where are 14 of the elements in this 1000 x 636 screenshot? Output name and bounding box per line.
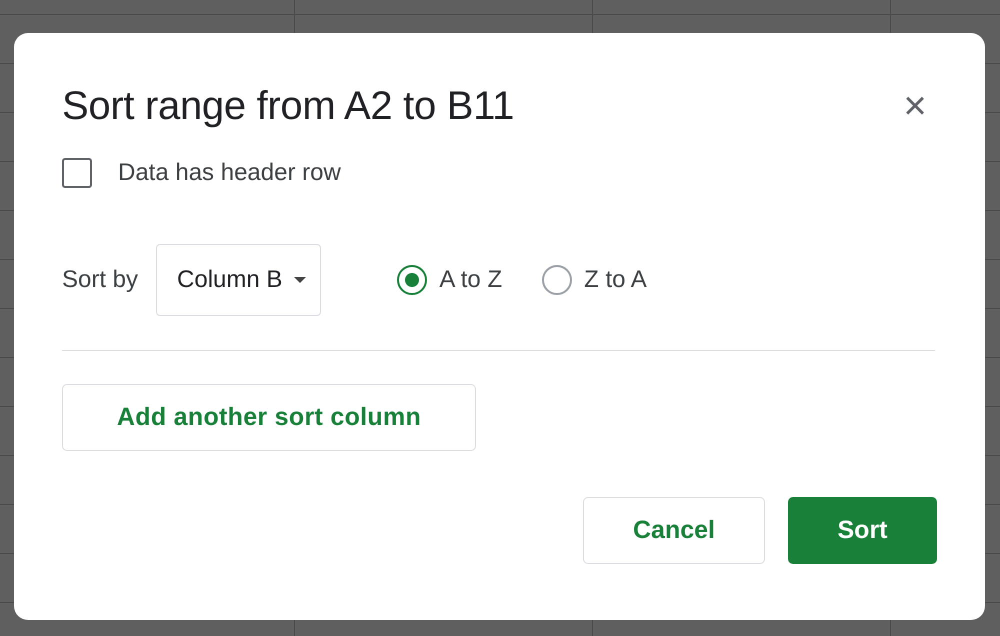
cancel-button[interactable]: Cancel [583,497,765,564]
radio-label: Z to A [584,266,647,294]
sort-button[interactable]: Sort [788,497,937,564]
dialog-title: Sort range from A2 to B11 [62,84,514,128]
caret-icon [294,277,306,283]
radio-label: A to Z [439,266,502,294]
add-sort-column-button[interactable]: Add another sort column [62,384,476,451]
column-dropdown[interactable]: Column B [156,244,322,316]
radio-button[interactable] [542,265,572,295]
close-button[interactable]: × [895,86,935,126]
sort-by-label: Sort by [62,266,138,294]
radio-button[interactable] [397,265,428,295]
checkbox-label: Data has header row [118,159,341,187]
checkbox[interactable] [62,158,92,188]
